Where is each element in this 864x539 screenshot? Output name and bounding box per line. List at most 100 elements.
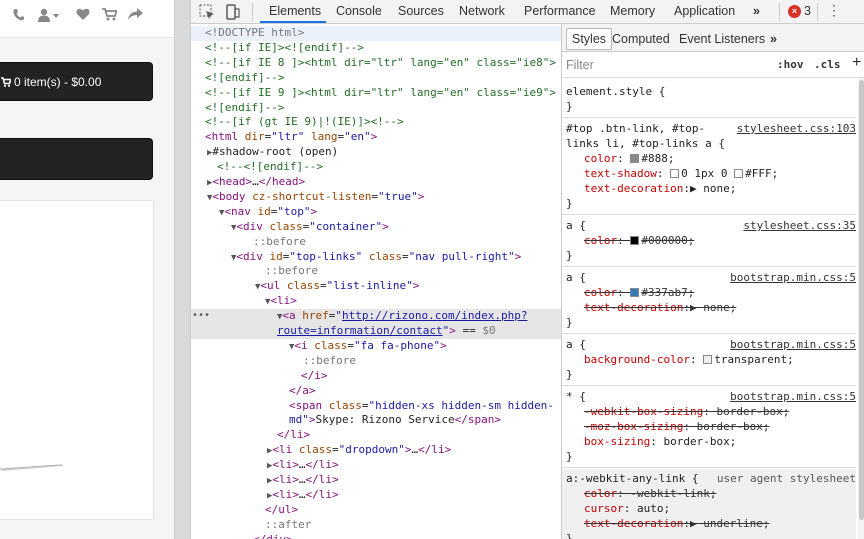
style-declaration[interactable]: text-shadow: 0 1px 0 #FFF; bbox=[584, 167, 778, 182]
style-rule[interactable]: #top .btn-link, #top-stylesheet.css:103 l… bbox=[562, 119, 856, 215]
inspect-element-icon[interactable] bbox=[199, 4, 215, 23]
dom-node-row[interactable]: ::before bbox=[191, 235, 561, 250]
dom-node-row[interactable]: <![endif]--> bbox=[191, 71, 561, 86]
rule-source-link[interactable]: bootstrap.min.css:5 bbox=[730, 271, 856, 284]
dom-node-row[interactable]: route=information/contact"> == $0 bbox=[191, 324, 561, 339]
style-declaration[interactable]: links li, #top-links a { bbox=[566, 137, 725, 152]
dom-node-row[interactable]: ▶<head>…</head> bbox=[191, 175, 561, 190]
rule-selector[interactable]: a:-webkit-any-link { bbox=[566, 472, 698, 487]
new-style-rule-button[interactable]: + bbox=[852, 54, 861, 72]
dom-node-row[interactable]: ▼<ul class="list-inline"> bbox=[191, 279, 561, 294]
dom-node-row[interactable]: </i> bbox=[191, 369, 561, 384]
style-declaration[interactable]: color: #888; bbox=[584, 152, 675, 167]
hover-state-toggle[interactable]: :hov bbox=[777, 58, 804, 71]
dom-node-row[interactable]: <html dir="ltr" lang="en"> bbox=[191, 130, 561, 145]
rule-selector[interactable]: element.style { bbox=[566, 85, 665, 100]
style-declaration[interactable]: -moz-box-sizing: border-box; bbox=[584, 420, 769, 435]
style-rule[interactable]: a {stylesheet.css:35 color: #000000;} bbox=[562, 216, 856, 267]
rule-source-link[interactable]: stylesheet.css:35 bbox=[743, 219, 856, 232]
dom-node-row[interactable]: ▼<div class="container"> bbox=[191, 220, 561, 235]
style-declaration[interactable]: box-sizing: border-box; bbox=[584, 435, 736, 450]
tab-application[interactable]: Application bbox=[674, 4, 735, 18]
tab-network[interactable]: Network bbox=[459, 4, 505, 18]
dom-node-row[interactable]: ▼<nav id="top"> bbox=[191, 205, 561, 220]
style-declaration[interactable]: cursor: auto; bbox=[584, 502, 670, 517]
dom-node-row[interactable]: <!--[if (gt IE 9)|!(IE)]><!--> bbox=[191, 115, 561, 130]
rule-selector[interactable]: a { bbox=[566, 219, 586, 234]
dom-node-row[interactable]: ::before bbox=[191, 264, 561, 279]
dom-node-row[interactable]: ▼<body cz-shortcut-listen="true"> bbox=[191, 190, 561, 205]
more-sidebar-tabs-button[interactable]: » bbox=[770, 32, 777, 46]
dom-node-row[interactable]: </li> bbox=[191, 428, 561, 443]
rule-selector[interactable]: * { bbox=[566, 390, 586, 405]
dom-node-row[interactable]: <!--[if IE]><![endif]--> bbox=[191, 41, 561, 56]
dom-node-row[interactable]: </ul> bbox=[191, 503, 561, 518]
phone-icon[interactable] bbox=[12, 8, 24, 26]
class-toggle[interactable]: .cls bbox=[814, 58, 841, 71]
share-icon[interactable] bbox=[128, 8, 143, 25]
tab-styles[interactable]: Styles bbox=[566, 28, 613, 50]
more-options-icon[interactable]: ⋮ bbox=[827, 2, 841, 19]
style-declaration[interactable]: text-decoration:▶ underline; bbox=[584, 517, 769, 532]
error-icon[interactable]: × bbox=[788, 5, 801, 18]
dom-node-row[interactable]: ▶<li>…</li> bbox=[191, 488, 561, 503]
shopping-cart-icon[interactable] bbox=[102, 8, 118, 25]
dom-node-row[interactable]: </a> bbox=[191, 384, 561, 399]
dom-node-row[interactable]: ▼<li> bbox=[191, 294, 561, 309]
device-toolbar-icon[interactable] bbox=[226, 4, 240, 23]
style-declaration[interactable]: text-decoration:▶ none; bbox=[584, 301, 736, 316]
cart-button[interactable]: 0 item(s) - $0.00 bbox=[0, 62, 153, 101]
rule-source-link[interactable]: stylesheet.css:103 bbox=[737, 122, 856, 135]
dom-node-row[interactable]: md">Skype: Rizono Service</span> bbox=[191, 413, 561, 428]
page-scrollbar[interactable] bbox=[174, 0, 190, 539]
tab-memory[interactable]: Memory bbox=[610, 4, 655, 18]
style-rule[interactable]: a { bootstrap.min.css:5 color: #337ab7; tex… bbox=[562, 268, 856, 334]
style-declaration[interactable]: color: #337ab7; bbox=[584, 286, 694, 301]
heart-icon[interactable] bbox=[76, 8, 90, 25]
more-tabs-button[interactable]: » bbox=[753, 4, 760, 18]
style-rule[interactable]: a { bootstrap.min.css:5 background-color: … bbox=[562, 335, 856, 386]
dom-node-row[interactable]: ▶<li>…</li> bbox=[191, 473, 561, 488]
tab-computed[interactable]: Computed bbox=[612, 32, 670, 46]
style-declaration[interactable]: color: -webkit-link; bbox=[584, 487, 716, 502]
style-declaration[interactable]: background-color: transparent; bbox=[584, 353, 794, 368]
rule-selector[interactable]: a { bbox=[566, 338, 586, 353]
rule-source-link[interactable]: bootstrap.min.css:5 bbox=[730, 338, 856, 351]
styles-scrollbar-thumb[interactable] bbox=[859, 80, 864, 520]
user-icon[interactable] bbox=[38, 8, 60, 26]
dom-node-row[interactable]: ▼<i class="fa fa-phone"> bbox=[191, 339, 561, 354]
dom-node-row[interactable]: ▶<li class="dropdown">…</li> bbox=[191, 443, 561, 458]
dom-node-row[interactable]: <!DOCTYPE html> bbox=[191, 26, 561, 41]
dom-node-text: ▶<li class="dropdown">…</li> bbox=[267, 443, 452, 457]
dark-bar[interactable] bbox=[0, 138, 153, 180]
node-actions-icon[interactable]: ••• bbox=[192, 309, 210, 324]
dom-node-row[interactable]: <span class="hidden-xs hidden-sm hidden- bbox=[191, 399, 561, 414]
tab-performance[interactable]: Performance bbox=[524, 4, 596, 18]
dom-node-row[interactable]: ▼<div id="top-links" class="nav pull-rig… bbox=[191, 250, 561, 265]
dom-node-row[interactable]: ::before bbox=[191, 354, 561, 369]
dom-node-row[interactable]: </div> bbox=[191, 533, 561, 539]
dom-node-row[interactable]: <!--<![endif]--> bbox=[191, 160, 561, 175]
style-declaration[interactable]: -webkit-box-sizing: border-box; bbox=[584, 405, 789, 420]
rule-selector[interactable]: a { bbox=[566, 271, 586, 286]
tab-event-listeners[interactable]: Event Listeners bbox=[679, 32, 765, 46]
tab-sources[interactable]: Sources bbox=[398, 4, 444, 18]
style-rule[interactable]: a:-webkit-any-link {user agent styleshee… bbox=[562, 469, 856, 539]
dom-node-row[interactable]: <![endif]--> bbox=[191, 101, 561, 116]
dom-node-row[interactable]: ▼<a href="http://rizono.com/index.php? ••… bbox=[191, 309, 561, 325]
tab-console[interactable]: Console bbox=[336, 4, 382, 18]
style-declaration[interactable]: color: #000000; bbox=[584, 234, 694, 249]
style-rule[interactable]: element.style {} bbox=[562, 82, 856, 118]
error-count[interactable]: 3 bbox=[804, 4, 811, 18]
style-rule[interactable]: * { bootstrap.min.css:5 -webkit-box-sizing… bbox=[562, 387, 856, 468]
rule-selector[interactable]: #top .btn-link, #top- bbox=[566, 122, 705, 137]
dom-node-row[interactable]: ▶<li>…</li> bbox=[191, 458, 561, 473]
dom-node-row[interactable]: <!--[if IE 8 ]><html dir="ltr" lang="en"… bbox=[191, 56, 561, 71]
dom-node-row[interactable]: ::after bbox=[191, 518, 561, 533]
tab-elements[interactable]: Elements bbox=[269, 4, 321, 18]
rule-source-link[interactable]: bootstrap.min.css:5 bbox=[730, 390, 856, 403]
dom-node-row[interactable]: <!--[if IE 9 ]><html dir="ltr" lang="en"… bbox=[191, 86, 561, 101]
dom-node-row[interactable]: ▶#shadow-root (open) bbox=[191, 145, 561, 160]
styles-filter-input[interactable]: Filter bbox=[566, 58, 594, 72]
style-declaration[interactable]: text-decoration:▶ none; bbox=[584, 182, 736, 197]
